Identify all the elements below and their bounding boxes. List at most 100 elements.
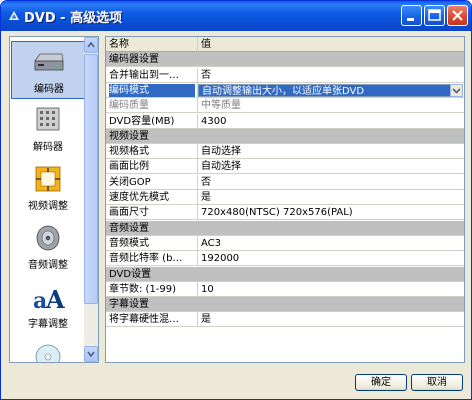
speaker-icon	[36, 225, 60, 251]
property-value[interactable]: 否	[201, 176, 461, 189]
property-value[interactable]: AC3	[201, 237, 461, 250]
category-sidebar: 编码器 解码器 视频调整 音频调整 a A 字幕调整	[9, 36, 99, 363]
property-name: DVD容量(MB)	[109, 115, 175, 127]
minimize-icon	[407, 18, 414, 21]
disc-icon	[35, 344, 61, 362]
property-name: 音频模式	[109, 237, 149, 249]
close-button[interactable]	[447, 5, 468, 26]
property-row[interactable]: 画面尺寸 720x480(NTSC) 720x576(PAL)	[106, 205, 464, 221]
sidebar-item-more[interactable]	[11, 336, 85, 362]
sidebar-item-label: 字幕调整	[28, 319, 68, 330]
property-row[interactable]: 章节数: (1-99) 10	[106, 281, 464, 297]
column-divider	[197, 312, 198, 328]
property-value[interactable]: 192000	[201, 252, 461, 265]
app-icon	[9, 11, 19, 20]
section-title: 字幕设置	[109, 299, 149, 311]
property-name: 画面比例	[109, 161, 149, 173]
column-divider[interactable]	[197, 37, 198, 52]
title-bar[interactable]: DVD - 高级选项	[1, 1, 471, 31]
column-divider	[197, 281, 198, 297]
grid-header: 名称 值	[106, 37, 464, 52]
property-row[interactable]: 速度优先模式 是	[106, 190, 464, 205]
property-row[interactable]: 画面比例 自动选择	[106, 159, 464, 175]
cancel-button[interactable]: 取消	[411, 374, 463, 391]
dropdown-button[interactable]	[450, 83, 463, 97]
property-row[interactable]: 音频模式 AC3	[106, 235, 464, 251]
window-title: DVD - 高级选项	[24, 11, 123, 26]
section-row: 视频设置	[106, 128, 464, 144]
sidebar-scrollbar[interactable]	[84, 37, 98, 362]
property-value[interactable]: 4300	[201, 115, 461, 128]
property-row[interactable]: 音频比特率 (b… 192000	[106, 251, 464, 267]
scroll-down-button[interactable]	[84, 346, 98, 362]
sidebar-item-label: 视频调整	[28, 201, 68, 212]
chevron-down-icon	[452, 88, 461, 94]
close-icon	[452, 10, 463, 21]
column-divider	[197, 144, 198, 160]
property-row[interactable]: 视频格式 自动选择	[106, 144, 464, 160]
scroll-up-button[interactable]	[84, 37, 98, 53]
property-name: 将字幕硬性混…	[109, 314, 179, 326]
column-divider	[197, 205, 198, 221]
sidebar-item-audio-adjust[interactable]: 音频调整	[11, 218, 85, 276]
property-value[interactable]: 10	[201, 283, 461, 296]
property-name: 视频格式	[109, 146, 149, 158]
section-row: 音频设置	[106, 220, 464, 236]
ok-button[interactable]: 确定	[355, 374, 407, 391]
scroll-thumb[interactable]	[84, 54, 98, 304]
property-value-dropdown[interactable]: 自动调整输出大小，以适应单张DVD	[198, 83, 463, 97]
sidebar-item-label: 解码器	[33, 142, 63, 153]
sidebar-item-encoder[interactable]: 编码器	[11, 41, 85, 99]
property-name: 合并输出到一…	[109, 69, 179, 81]
property-row[interactable]: 编码模式 自动调整输出大小，以适应单张DVD	[106, 82, 464, 98]
property-value[interactable]: 自动选择	[201, 160, 461, 173]
column-divider	[197, 67, 198, 83]
property-row[interactable]: 关闭GOP 否	[106, 174, 464, 190]
sidebar-item-decoder[interactable]: 解码器	[11, 100, 85, 158]
section-title: DVD设置	[109, 268, 152, 280]
property-name: 速度优先模式	[109, 192, 169, 203]
property-value[interactable]: 是	[201, 313, 461, 326]
column-divider	[197, 174, 198, 190]
svg-text:A: A	[45, 285, 65, 314]
sidebar-item-subtitle-adjust[interactable]: a A 字幕调整	[11, 277, 85, 335]
sidebar-item-label: 音频调整	[28, 260, 68, 271]
column-divider	[197, 251, 198, 267]
maximize-icon	[428, 9, 441, 21]
property-name: 画面尺寸	[109, 207, 149, 219]
header-name: 名称	[109, 39, 129, 50]
maximize-button[interactable]	[424, 5, 445, 26]
minimize-button[interactable]	[401, 5, 422, 26]
column-divider	[197, 235, 198, 251]
section-row: DVD设置	[106, 266, 464, 282]
property-row[interactable]: DVD容量(MB) 4300	[106, 113, 464, 129]
property-value: 中等质量	[201, 100, 241, 112]
section-title: 音频设置	[109, 222, 149, 234]
property-row[interactable]: 合并输出到一… 否	[106, 67, 464, 83]
property-name: 编码模式	[109, 83, 195, 97]
property-name: 编码质量	[109, 100, 149, 112]
section-row: 字幕设置	[106, 297, 464, 313]
section-title: 编码器设置	[109, 54, 159, 66]
property-grid: 名称 值 编码器设置 合并输出到一… 否编码模式 自动调整输出大小，以适应单张DVD 编…	[105, 36, 465, 363]
decoder-icon	[36, 107, 60, 131]
property-row[interactable]: 编码质量 中等质量	[106, 98, 464, 114]
column-divider	[197, 113, 198, 129]
property-value[interactable]: 否	[201, 69, 461, 82]
property-row[interactable]: 将字幕硬性混… 是	[106, 312, 464, 328]
column-divider	[197, 190, 198, 205]
arrow-up-icon	[87, 41, 95, 48]
encoder-icon	[34, 53, 64, 71]
property-name: 关闭GOP	[109, 176, 151, 188]
property-value[interactable]: 是	[201, 191, 461, 204]
property-name: 音频比特率 (b…	[109, 253, 183, 265]
video-adjust-icon	[35, 166, 61, 192]
property-value[interactable]: 自动选择	[201, 145, 461, 158]
subtitle-icon: a A	[33, 285, 65, 314]
column-divider	[197, 159, 198, 175]
property-value[interactable]: 720x480(NTSC) 720x576(PAL)	[201, 206, 461, 219]
dialog-window: DVD - 高级选项 编码器 解码器 视频调整 音频调整 a A 字幕调整 名称…	[0, 0, 472, 400]
sidebar-item-video-adjust[interactable]: 视频调整	[11, 159, 85, 217]
sidebar-item-label: 编码器	[34, 84, 64, 95]
section-title: 视频设置	[109, 130, 149, 142]
